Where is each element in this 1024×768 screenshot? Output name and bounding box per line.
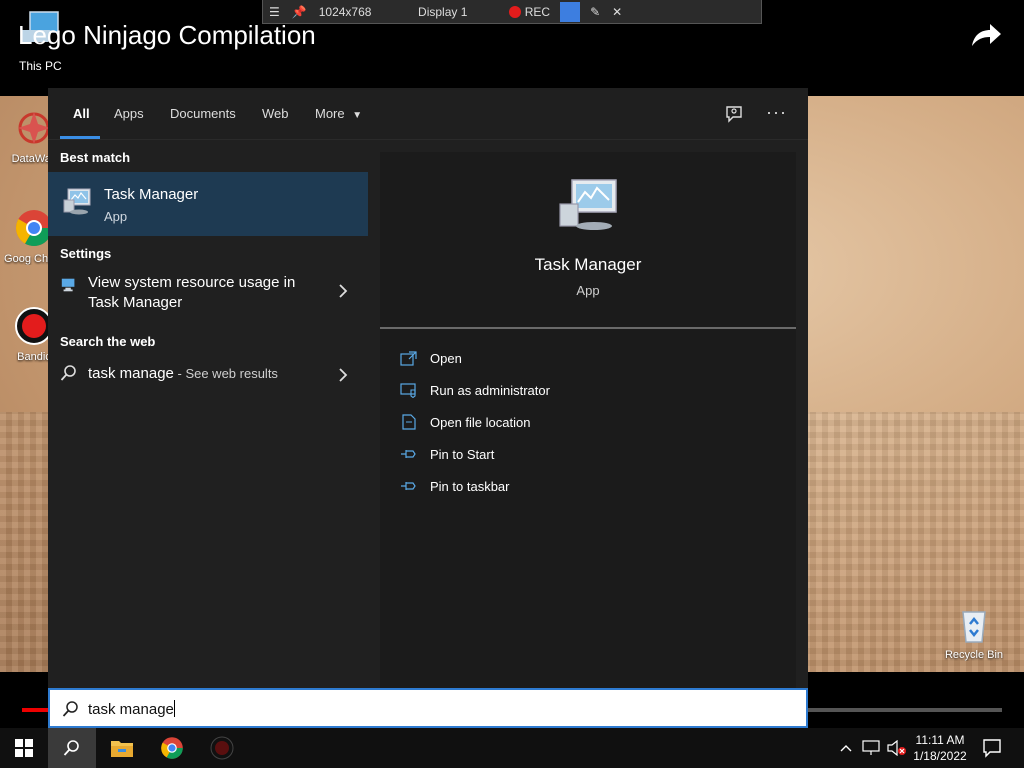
search-tabs: All Apps Documents Web More ▼ ··· xyxy=(48,88,808,140)
system-settings-icon xyxy=(61,278,75,292)
action-run-as-admin[interactable]: Run as administrator xyxy=(400,379,550,401)
detail-divider xyxy=(380,327,796,329)
detail-app-type: App xyxy=(576,283,600,298)
action-label: Open xyxy=(430,350,462,366)
settings-result-row[interactable]: View system resource usage in Task Manag… xyxy=(48,268,368,318)
tab-documents[interactable]: Documents xyxy=(170,106,236,121)
chrome-icon xyxy=(161,737,183,759)
chevron-up-icon[interactable] xyxy=(840,744,852,752)
close-icon[interactable]: ✕ xyxy=(606,0,628,23)
windows-search-panel: All Apps Documents Web More ▼ ··· Best m… xyxy=(48,88,808,688)
settings-heading: Settings xyxy=(60,246,112,261)
tab-more[interactable]: More ▼ xyxy=(315,106,362,121)
search-results-list: Best match Task Manager App Settings Vie… xyxy=(48,140,368,688)
desktop-icon-label: Recycle Bin xyxy=(944,649,1004,661)
search-icon xyxy=(62,701,78,717)
file-location-icon xyxy=(402,414,416,430)
detail-app-name: Task Manager xyxy=(534,255,642,274)
pin-icon[interactable]: 📌 xyxy=(286,0,313,23)
settings-result-line2: Task Manager xyxy=(88,294,183,311)
text-caret xyxy=(173,700,175,717)
folder-icon xyxy=(111,741,133,757)
search-icon xyxy=(60,365,76,381)
open-icon xyxy=(400,351,417,366)
result-detail-pane: Task Manager App Open Run as administrat… xyxy=(380,152,796,688)
task-manager-large-icon xyxy=(559,179,617,230)
windows-logo-icon xyxy=(15,739,33,757)
shield-icon xyxy=(400,383,416,398)
capture-mode-icon[interactable] xyxy=(560,1,581,22)
web-search-suffix: - See web results xyxy=(173,366,278,381)
start-button[interactable] xyxy=(0,728,48,768)
web-search-result-row[interactable]: task manage - See web results xyxy=(48,354,368,394)
display-selector[interactable]: Display 1 xyxy=(383,0,503,23)
rec-button[interactable]: REC xyxy=(503,0,556,23)
action-pin-to-start[interactable]: Pin to Start xyxy=(400,443,494,465)
feedback-icon[interactable] xyxy=(724,104,744,124)
search-web-heading: Search the web xyxy=(60,334,156,349)
taskbar-chrome[interactable] xyxy=(148,728,196,768)
clock-time: 11:11 AM xyxy=(915,733,965,747)
best-match-type: App xyxy=(104,209,128,224)
rec-label: REC xyxy=(524,4,551,19)
best-match-task-manager[interactable]: Task Manager App xyxy=(48,172,368,236)
search-input[interactable]: task manage xyxy=(48,688,808,728)
tab-apps[interactable]: Apps xyxy=(114,106,144,121)
action-label: Run as administrator xyxy=(430,382,550,398)
notification-center-icon[interactable] xyxy=(982,738,1002,758)
video-title: Lego Ninjago Compilation xyxy=(18,20,316,50)
chevron-right-icon xyxy=(339,368,348,382)
action-open-file-location[interactable]: Open file location xyxy=(400,411,530,433)
screen-recorder-toolbar: ☰ 📌 1024x768 Display 1 REC ✎ ✕ xyxy=(262,0,762,24)
action-label: Open file location xyxy=(430,414,531,430)
pin-icon xyxy=(401,450,416,458)
desktop-icon-recycle-bin[interactable]: Recycle Bin xyxy=(944,604,1004,661)
search-query-text: task manage xyxy=(88,701,174,718)
active-tab-indicator xyxy=(60,136,100,139)
best-match-heading: Best match xyxy=(60,150,131,165)
taskbar-file-explorer[interactable] xyxy=(98,728,146,768)
task-manager-icon xyxy=(63,188,91,215)
network-icon[interactable] xyxy=(862,740,880,756)
system-tray xyxy=(836,728,916,768)
taskbar-clock[interactable]: 11:11 AM 1/18/2022 xyxy=(910,732,970,764)
this-pc-label: This PC xyxy=(19,59,62,73)
record-icon xyxy=(508,5,521,18)
pin-icon xyxy=(401,482,416,490)
action-label: Pin to taskbar xyxy=(430,478,510,494)
action-pin-to-taskbar[interactable]: Pin to taskbar xyxy=(400,475,510,497)
tab-more-label: More xyxy=(315,106,345,121)
tab-web[interactable]: Web xyxy=(262,106,289,121)
web-search-text: task manage - See web results xyxy=(88,365,278,382)
taskbar-bandicam[interactable] xyxy=(198,728,246,768)
action-label: Pin to Start xyxy=(430,446,495,462)
taskbar-search-button[interactable] xyxy=(48,728,96,768)
menu-icon[interactable]: ☰ xyxy=(263,0,286,23)
chevron-down-icon: ▼ xyxy=(352,110,363,121)
chevron-right-icon xyxy=(339,284,348,298)
video-progress-fill xyxy=(22,708,52,712)
action-open[interactable]: Open xyxy=(400,347,462,369)
search-input-value: task manage xyxy=(88,700,175,718)
volume-muted-icon[interactable] xyxy=(886,740,906,756)
pencil-icon[interactable]: ✎ xyxy=(584,0,606,23)
share-icon[interactable] xyxy=(968,20,1004,50)
settings-result-line1: View system resource usage in xyxy=(88,274,296,291)
tab-all[interactable]: All xyxy=(73,106,90,121)
clock-date: 1/18/2022 xyxy=(913,749,967,763)
web-search-query: task manage xyxy=(88,365,174,382)
search-icon xyxy=(63,740,79,756)
taskbar: 11:11 AM 1/18/2022 xyxy=(0,728,1024,768)
best-match-name: Task Manager xyxy=(104,186,199,203)
recycle-bin-icon xyxy=(962,611,986,643)
recording-resolution: 1024x768 xyxy=(318,4,372,19)
more-options-icon[interactable]: ··· xyxy=(766,102,787,123)
bandicam-icon xyxy=(210,736,234,760)
